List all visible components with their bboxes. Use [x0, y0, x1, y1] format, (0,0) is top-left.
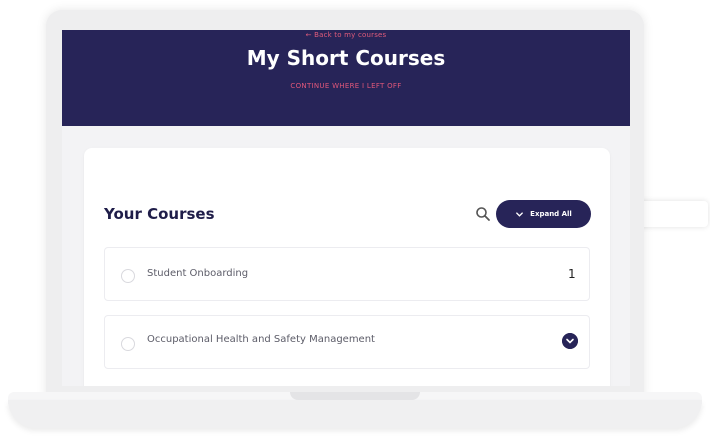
laptop-base: [8, 400, 702, 428]
search-icon[interactable]: [475, 206, 491, 222]
expand-all-button[interactable]: Expand All: [496, 200, 591, 228]
completion-radio[interactable]: [121, 269, 135, 283]
laptop-notch: [290, 392, 420, 400]
laptop-mockup: ← Back to my courses My Short Courses CO…: [0, 0, 710, 443]
completion-radio[interactable]: [121, 337, 135, 351]
courses-card: Your Courses Expand All Student Onboardi…: [84, 148, 610, 386]
page-header-banner: ← Back to my courses My Short Courses CO…: [62, 30, 630, 126]
chevron-down-icon[interactable]: [562, 333, 578, 349]
continue-where-left-off-link[interactable]: CONTINUE WHERE I LEFT OFF: [62, 82, 630, 90]
expand-all-label: Expand All: [530, 210, 572, 218]
course-name: Student Onboarding: [147, 268, 249, 279]
chevron-down-icon: [516, 211, 524, 217]
back-to-courses-link[interactable]: ← Back to my courses: [62, 31, 630, 39]
laptop-screen: ← Back to my courses My Short Courses CO…: [62, 30, 630, 386]
course-name: Occupational Health and Safety Managemen…: [147, 334, 375, 345]
course-indicator: 1: [568, 267, 576, 281]
course-row-student-onboarding[interactable]: Student Onboarding 1: [104, 247, 590, 301]
course-row-ohs-management[interactable]: Occupational Health and Safety Managemen…: [104, 315, 590, 369]
courses-section-title: Your Courses: [104, 205, 215, 223]
page-title: My Short Courses: [246, 46, 446, 70]
